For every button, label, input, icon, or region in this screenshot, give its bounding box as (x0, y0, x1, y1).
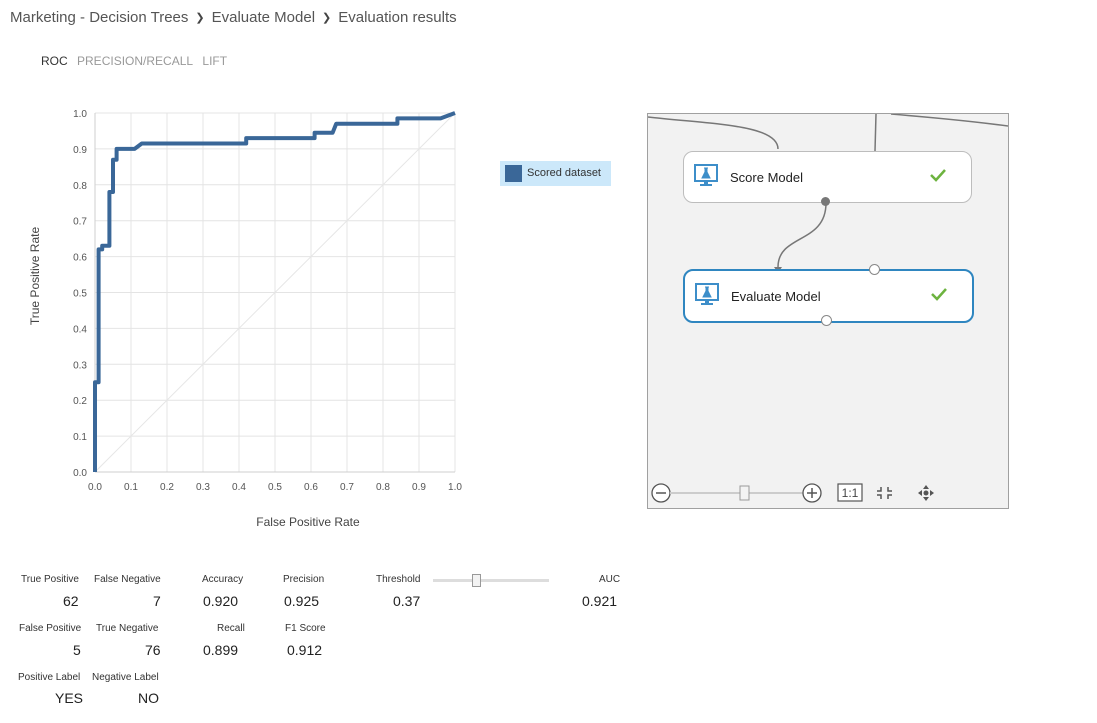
flask-monitor-icon (695, 283, 719, 305)
threshold-slider-track (433, 579, 549, 582)
zoom-slider-thumb[interactable] (739, 485, 750, 501)
y-tick-label: 1.0 (73, 109, 87, 120)
zoom-toolbar: 1:1 (651, 483, 934, 503)
module-label: Score Model (730, 170, 803, 185)
actual-size-button[interactable]: 1:1 (837, 483, 863, 502)
positive-label-value: YES (55, 690, 84, 706)
true-positive-label: True Positive (21, 574, 79, 585)
false-positive-label: False Positive (19, 623, 82, 634)
evaluate-model-module[interactable]: Evaluate Model (683, 264, 974, 326)
y-tick-label: 0.8 (73, 181, 87, 192)
input-port[interactable] (869, 264, 880, 275)
x-tick-label: 0.6 (304, 482, 318, 493)
tab-precision-recall[interactable]: PRECISION/RECALL (77, 54, 193, 68)
legend-label: Scored dataset (527, 167, 601, 179)
x-tick-label: 0.2 (160, 482, 174, 493)
y-tick-label: 0.2 (73, 396, 87, 407)
threshold-label: Threshold (376, 574, 421, 585)
actual-size-label: 1:1 (842, 486, 859, 500)
y-tick-label: 0.5 (73, 289, 87, 300)
accuracy-label: Accuracy (202, 574, 244, 585)
y-tick-label: 0.7 (73, 217, 87, 228)
breadcrumb-item-experiment[interactable]: Marketing - Decision Trees (10, 9, 188, 26)
threshold-slider-thumb[interactable] (472, 574, 481, 587)
zoom-in-icon[interactable] (802, 483, 822, 503)
negative-label-label: Negative Label (92, 672, 159, 683)
x-tick-label: 0.0 (88, 482, 102, 493)
y-tick-label: 0.1 (73, 432, 87, 443)
accuracy-value: 0.920 (203, 593, 239, 609)
module-label: Evaluate Model (731, 289, 821, 304)
roc-chart: 0.0 0.1 0.2 0.3 0.4 0.5 0.6 0.7 0.8 0.9 1.0 0.0 0.1… (28, 109, 462, 529)
chart-tabs: ROC PRECISION/RECALL LIFT (41, 54, 233, 68)
x-tick-label: 0.3 (196, 482, 210, 493)
score-model-module[interactable]: Score Model (683, 151, 972, 206)
x-axis-label: False Positive Rate (256, 515, 360, 529)
chevron-right-icon: ❯ (322, 12, 332, 24)
flask-monitor-icon (694, 164, 718, 186)
x-tick-label: 0.4 (232, 482, 246, 493)
precision-value: 0.925 (284, 593, 320, 609)
legend-swatch (505, 165, 522, 182)
false-positive-value: 5 (73, 642, 81, 658)
x-tick-label: 0.8 (376, 482, 390, 493)
breadcrumb-item-current: Evaluation results (338, 9, 457, 26)
pan-icon[interactable] (918, 485, 934, 501)
chevron-right-icon: ❯ (195, 12, 205, 24)
f1-score-value: 0.912 (287, 642, 323, 658)
true-negative-label: True Negative (96, 623, 159, 634)
experiment-canvas[interactable]: Score Model Evaluate Model 1:1 (647, 113, 1009, 509)
true-negative-value: 76 (145, 642, 161, 658)
y-axis-label: True Positive Rate (28, 227, 42, 326)
recall-label: Recall (217, 623, 245, 634)
positive-label-label: Positive Label (18, 672, 81, 683)
x-tick-label: 0.5 (268, 482, 282, 493)
breadcrumb: Marketing - Decision Trees ❯ Evaluate Mode… (10, 9, 457, 26)
chart-legend[interactable]: Scored dataset (500, 161, 611, 186)
threshold-slider[interactable] (433, 574, 549, 588)
threshold-value: 0.37 (393, 593, 421, 609)
false-negative-label: False Negative (94, 574, 161, 585)
connector-wire (874, 114, 877, 152)
tab-lift[interactable]: LIFT (202, 54, 227, 68)
y-tick-label: 0.4 (73, 324, 87, 335)
y-tick-label: 0.0 (73, 468, 87, 479)
recall-value: 0.899 (203, 642, 239, 658)
tab-roc[interactable]: ROC (41, 54, 68, 68)
false-negative-value: 7 (153, 593, 161, 609)
breadcrumb-item-module[interactable]: Evaluate Model (212, 9, 315, 26)
precision-label: Precision (283, 574, 325, 585)
zoom-out-icon[interactable] (651, 483, 671, 503)
auc-value: 0.921 (582, 593, 618, 609)
x-tick-label: 1.0 (448, 482, 462, 493)
check-icon (930, 169, 946, 182)
connector-wire (777, 202, 827, 268)
auc-label: AUC (599, 574, 621, 585)
f1-score-label: F1 Score (285, 623, 326, 634)
check-icon (931, 288, 947, 301)
x-tick-label: 0.7 (340, 482, 354, 493)
true-positive-value: 62 (63, 593, 79, 609)
fit-icon[interactable] (877, 487, 892, 499)
y-tick-label: 0.3 (73, 360, 87, 371)
x-tick-label: 0.9 (412, 482, 426, 493)
negative-label-value: NO (138, 690, 159, 706)
connector-wire (648, 116, 779, 150)
y-tick-label: 0.9 (73, 145, 87, 156)
connector-wire (890, 114, 1008, 127)
output-port[interactable] (821, 315, 832, 326)
output-port[interactable] (821, 197, 830, 206)
x-tick-label: 0.1 (124, 482, 138, 493)
y-tick-label: 0.6 (73, 253, 87, 264)
